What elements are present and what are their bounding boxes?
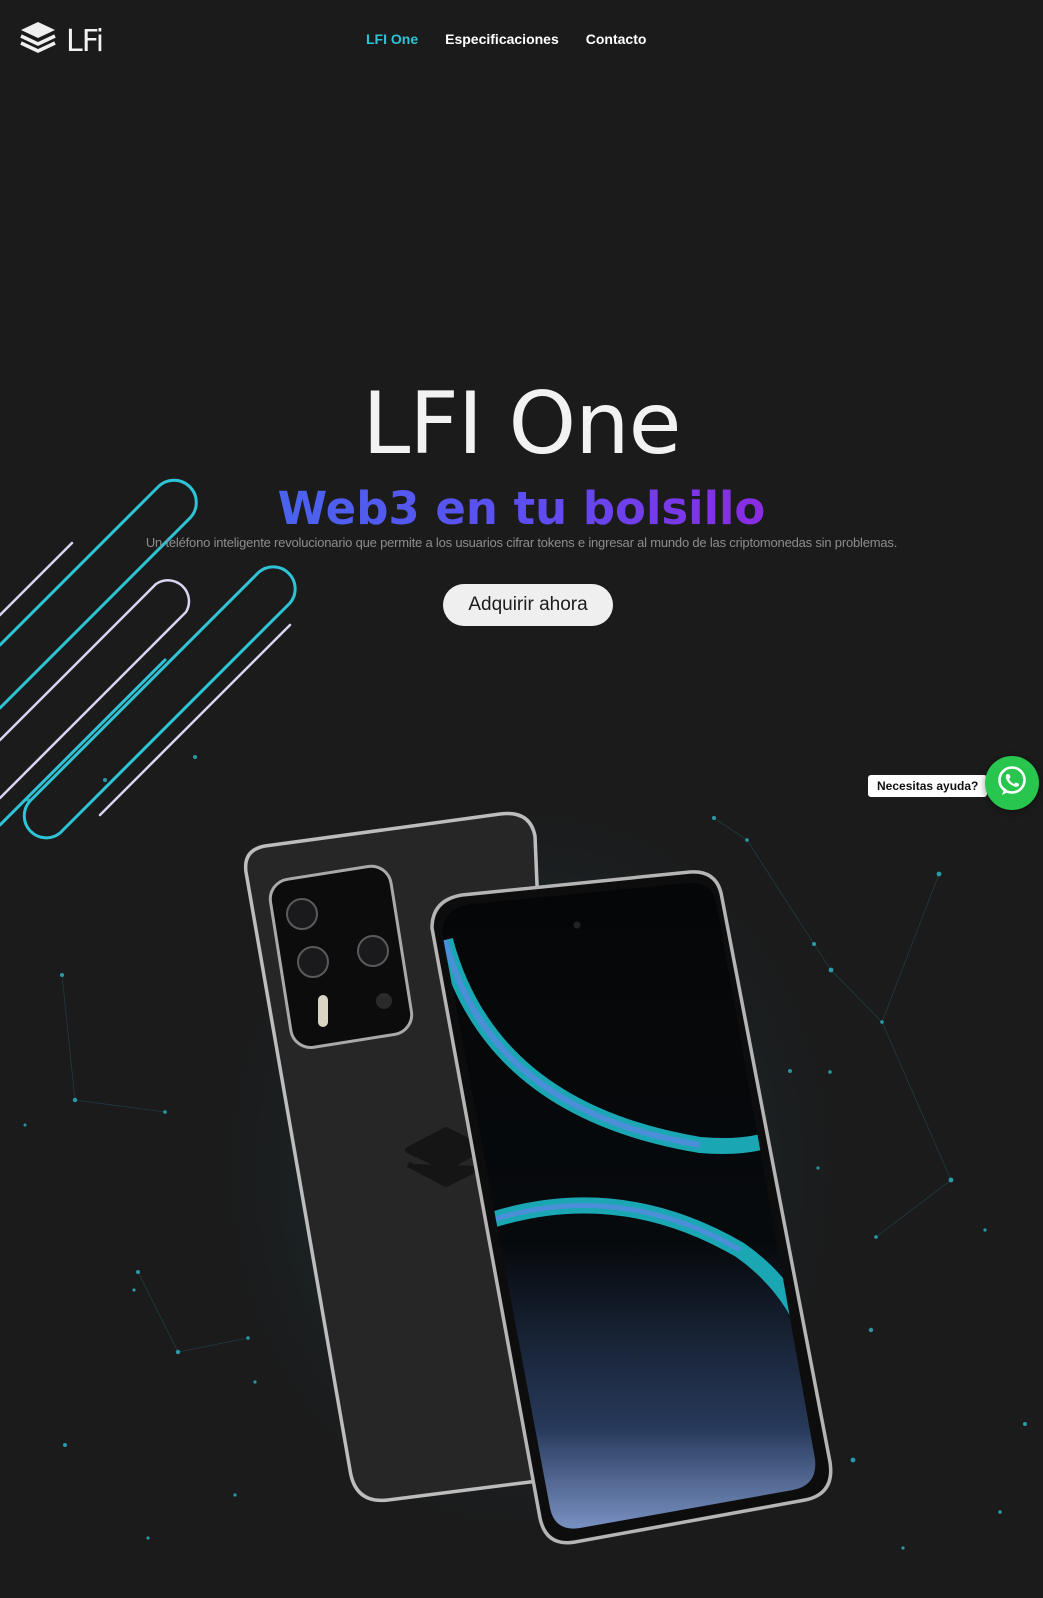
- phone-product-image: [210, 790, 850, 1550]
- buy-now-button[interactable]: Adquirir ahora: [443, 584, 613, 626]
- logo-link[interactable]: LFi: [18, 20, 104, 63]
- site-header: LFi LFI One Especificaciones Contacto: [0, 0, 1043, 80]
- main-nav: LFI One Especificaciones Contacto: [366, 31, 646, 47]
- help-badge[interactable]: Necesitas ayuda?: [868, 775, 988, 797]
- nav-link-contacto[interactable]: Contacto: [586, 31, 647, 47]
- hero-subtitle: Web3 en tu bolsillo: [0, 481, 1043, 537]
- layers-logo-icon: [18, 20, 58, 63]
- logo-text: LFi: [66, 24, 104, 59]
- hero-description: Un teléfono inteligente revolucionario q…: [145, 535, 898, 550]
- nav-link-lfi-one[interactable]: LFI One: [366, 31, 418, 47]
- whatsapp-chat-button[interactable]: [985, 756, 1039, 810]
- hero-subtitle-text: Web3 en tu bolsillo: [277, 482, 766, 536]
- hero-title: LFI One: [362, 373, 681, 474]
- nav-link-especificaciones[interactable]: Especificaciones: [445, 31, 559, 47]
- whatsapp-icon: [994, 763, 1030, 804]
